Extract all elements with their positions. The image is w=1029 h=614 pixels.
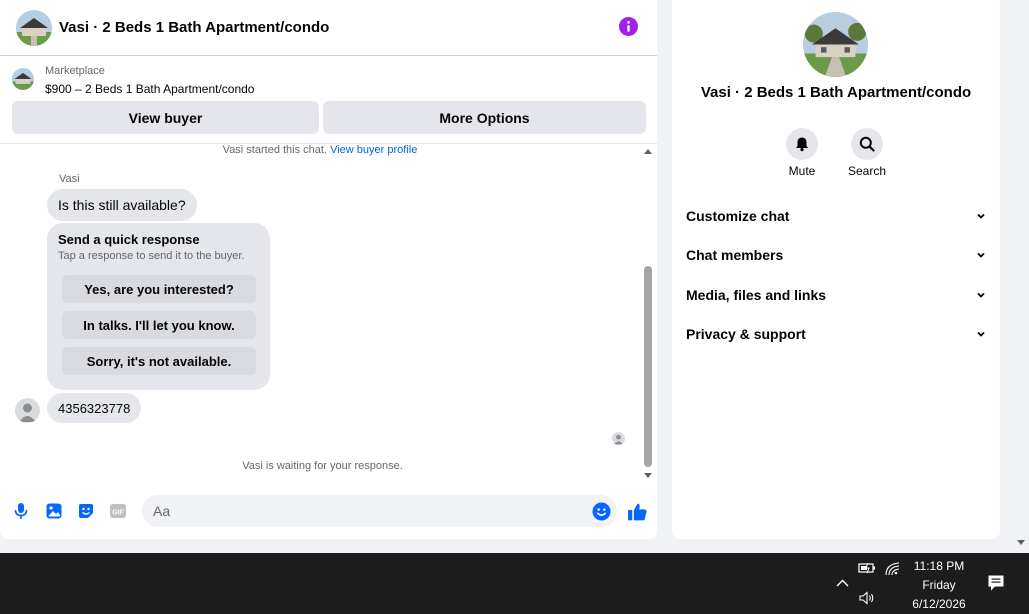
thumbs-up-icon[interactable] bbox=[627, 501, 648, 522]
emoji-icon[interactable] bbox=[592, 502, 611, 521]
quick-response-card: Send a quick response Tap a response to … bbox=[47, 223, 270, 390]
mute-button[interactable] bbox=[786, 128, 818, 160]
message-scrollbar[interactable] bbox=[641, 146, 655, 482]
quick-response-subtitle: Tap a response to send it to the buyer. bbox=[58, 250, 245, 262]
listing-thumbnail[interactable] bbox=[12, 68, 34, 90]
section-label: Privacy & support bbox=[686, 326, 806, 342]
sender-name: Vasi bbox=[59, 173, 80, 185]
quick-response-sorry[interactable]: Sorry, it's not available. bbox=[62, 347, 256, 375]
system-clock[interactable]: 11:18 PM Friday 6/12/2026 bbox=[905, 557, 973, 614]
volume-icon[interactable] bbox=[858, 590, 876, 606]
chevron-down-icon bbox=[977, 292, 985, 298]
clock-date: 6/12/2026 bbox=[912, 597, 966, 611]
chat-info-panel: Vasi · 2 Beds 1 Bath Apartment/condo Mut… bbox=[672, 0, 1000, 539]
quick-response-in-talks[interactable]: In talks. I'll let you know. bbox=[62, 311, 256, 339]
listing-kind: Marketplace bbox=[45, 65, 105, 77]
waiting-notice: Vasi is waiting for your response. bbox=[242, 460, 403, 472]
chat-panel: Vasi · 2 Beds 1 Bath Apartment/condo Mar… bbox=[0, 0, 657, 539]
search-button[interactable] bbox=[851, 128, 883, 160]
info-icon[interactable] bbox=[619, 17, 638, 36]
seen-indicator-avatar bbox=[612, 432, 625, 445]
scroll-down-arrow-icon[interactable] bbox=[644, 473, 652, 478]
taskbar: 11:18 PM Friday 6/12/2026 bbox=[0, 553, 1029, 614]
chat-info-avatar[interactable] bbox=[803, 12, 868, 77]
chevron-down-icon bbox=[977, 252, 985, 258]
battery-icon[interactable] bbox=[858, 561, 876, 575]
chat-header: Vasi · 2 Beds 1 Bath Apartment/condo bbox=[0, 0, 657, 56]
notification-icon[interactable] bbox=[987, 574, 1005, 592]
clock-day: Friday bbox=[922, 578, 956, 592]
quick-response-title: Send a quick response bbox=[58, 232, 200, 247]
clock-time: 11:18 PM bbox=[913, 559, 965, 573]
sticker-icon[interactable] bbox=[77, 502, 95, 520]
chevron-down-icon bbox=[977, 213, 985, 219]
search-action[interactable]: Search bbox=[842, 128, 892, 178]
message-bubble: 4356323778 bbox=[47, 393, 142, 423]
quick-response-yes[interactable]: Yes, are you interested? bbox=[62, 275, 256, 303]
wifi-icon[interactable] bbox=[884, 560, 900, 576]
chevron-down-icon bbox=[977, 331, 985, 337]
chevron-up-icon[interactable] bbox=[835, 576, 850, 591]
mute-action[interactable]: Mute bbox=[777, 128, 827, 178]
message-bubble: Is this still available? bbox=[47, 189, 197, 221]
svg-text:GIF: GIF bbox=[112, 510, 124, 517]
view-buyer-profile-link[interactable]: View buyer profile bbox=[330, 144, 417, 156]
chat-info-title: Vasi · 2 Beds 1 Bath Apartment/condo bbox=[700, 84, 972, 101]
section-label: Chat members bbox=[686, 247, 784, 263]
composer: GIF bbox=[0, 490, 657, 535]
more-options-button[interactable]: More Options bbox=[323, 101, 646, 134]
chat-title: Vasi · 2 Beds 1 Bath Apartment/condo bbox=[59, 19, 330, 36]
microphone-icon[interactable] bbox=[12, 502, 30, 520]
section-media-files-links[interactable]: Media, files and links bbox=[686, 283, 986, 307]
search-icon bbox=[859, 136, 875, 152]
scroll-thumb[interactable] bbox=[644, 266, 652, 467]
mute-label: Mute bbox=[788, 164, 816, 178]
message-input[interactable] bbox=[142, 495, 617, 527]
section-privacy-support[interactable]: Privacy & support bbox=[686, 322, 986, 346]
bell-icon bbox=[796, 137, 808, 152]
sender-avatar[interactable] bbox=[15, 398, 40, 423]
section-chat-members[interactable]: Chat members bbox=[686, 243, 986, 267]
view-buyer-button[interactable]: View buyer bbox=[12, 101, 319, 134]
search-label: Search bbox=[847, 164, 887, 178]
section-customize-chat[interactable]: Customize chat bbox=[686, 204, 986, 228]
listing-bar: Marketplace $900 – 2 Beds 1 Bath Apartme… bbox=[0, 56, 657, 144]
listing-price-title[interactable]: $900 – 2 Beds 1 Bath Apartment/condo bbox=[45, 82, 254, 96]
gif-icon[interactable]: GIF bbox=[109, 502, 127, 520]
section-label: Media, files and links bbox=[686, 287, 827, 303]
photo-icon[interactable] bbox=[45, 502, 63, 520]
chat-started-notice: Vasi started this chat. View buyer profi… bbox=[0, 144, 640, 156]
page-scroll-down-arrow-icon[interactable] bbox=[1017, 540, 1025, 545]
section-label: Customize chat bbox=[686, 208, 790, 224]
chat-started-text: Vasi started this chat. bbox=[222, 144, 328, 156]
message-list: Vasi started this chat. View buyer profi… bbox=[0, 144, 640, 486]
scroll-up-arrow-icon[interactable] bbox=[644, 149, 652, 154]
listing-avatar[interactable] bbox=[16, 9, 52, 46]
